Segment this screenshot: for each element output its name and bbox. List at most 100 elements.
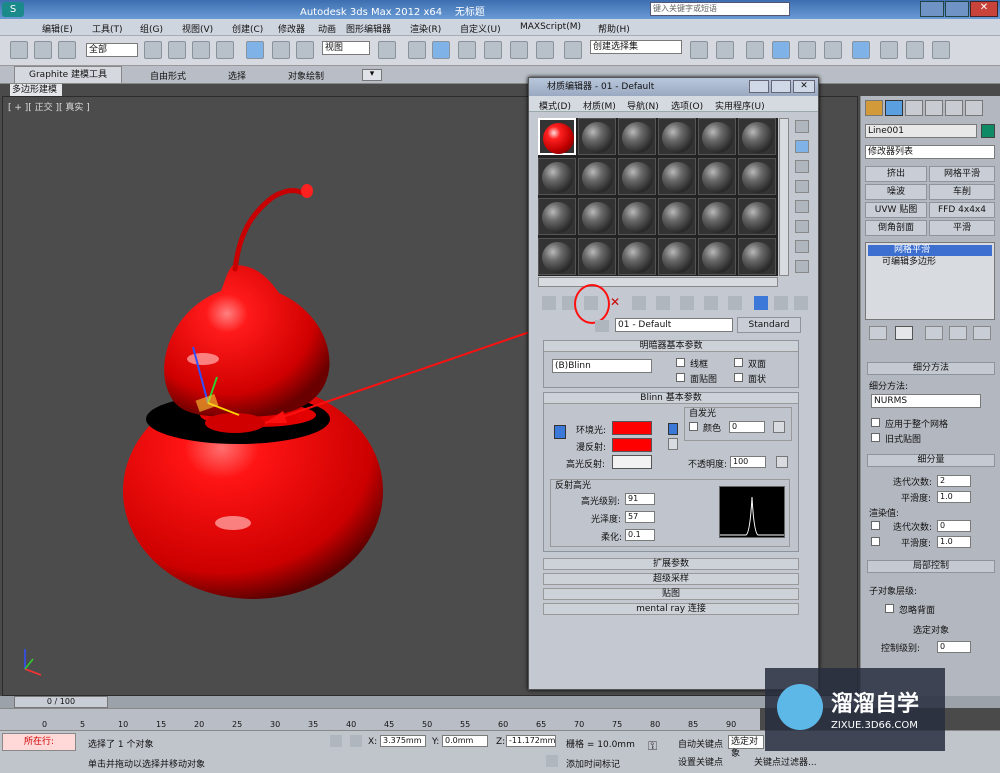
apply-whole-checkbox[interactable] bbox=[871, 418, 880, 427]
rect-select-icon[interactable] bbox=[192, 41, 210, 59]
material-slot[interactable] bbox=[578, 158, 616, 195]
material-slot[interactable] bbox=[738, 118, 776, 155]
opacity-map-button[interactable] bbox=[776, 456, 788, 468]
stack-item-editable-poly[interactable]: 可编辑多边形 bbox=[868, 257, 992, 268]
subtab-polygon-modeling[interactable]: 多边形建模 bbox=[10, 84, 62, 96]
subdiv-amount-rollout[interactable]: 细分量 bbox=[867, 454, 995, 467]
scale-icon[interactable] bbox=[296, 41, 314, 59]
auto-key-button[interactable]: 自动关键点 bbox=[678, 737, 723, 750]
menu-maxscript[interactable]: MAXScript(M) bbox=[520, 22, 581, 32]
go-sibling-icon[interactable] bbox=[794, 296, 808, 310]
pin-stack-icon[interactable] bbox=[869, 326, 887, 340]
modifier-list-dropdown[interactable]: 修改器列表 bbox=[865, 145, 995, 159]
opacity-spinner[interactable]: 100 bbox=[730, 456, 766, 468]
face-map-checkbox[interactable] bbox=[676, 373, 685, 382]
material-name-dropdown[interactable]: 01 - Default bbox=[615, 318, 733, 332]
align-icon[interactable] bbox=[716, 41, 734, 59]
spec-level-spinner[interactable]: 91 bbox=[625, 493, 655, 505]
material-slot[interactable] bbox=[618, 238, 656, 275]
background-icon[interactable] bbox=[795, 160, 809, 173]
make-preview-icon[interactable] bbox=[795, 220, 809, 233]
key-filters-button[interactable]: 关键点过滤器... bbox=[754, 755, 817, 768]
app-logo-icon[interactable]: S bbox=[2, 2, 24, 17]
snap-toggle-icon[interactable] bbox=[458, 41, 476, 59]
menu-modifiers[interactable]: 修改器 bbox=[278, 22, 305, 35]
ffd-button[interactable]: FFD 4x4x4 bbox=[929, 202, 995, 218]
material-slot[interactable] bbox=[538, 198, 576, 235]
layer-manager-icon[interactable] bbox=[746, 41, 764, 59]
menu-graph-editors[interactable]: 图形编辑器 bbox=[346, 22, 391, 35]
add-time-tag-label[interactable]: 添加时间标记 bbox=[566, 757, 620, 770]
material-slot[interactable] bbox=[658, 118, 696, 155]
unlink-icon[interactable] bbox=[34, 41, 52, 59]
show-map-icon[interactable] bbox=[728, 296, 742, 310]
selected-objects-dropdown[interactable]: 选定对象 bbox=[728, 735, 764, 759]
menu-group[interactable]: 组(G) bbox=[140, 22, 163, 35]
sample-type-icon[interactable] bbox=[795, 120, 809, 133]
select-by-material-icon[interactable] bbox=[795, 260, 809, 273]
material-slot[interactable] bbox=[738, 198, 776, 235]
object-name-field[interactable]: Line001 bbox=[865, 124, 977, 138]
make-unique-mat-icon[interactable] bbox=[656, 296, 670, 310]
absolute-mode-icon[interactable] bbox=[350, 735, 362, 747]
move-icon[interactable] bbox=[246, 41, 264, 59]
material-editor-close[interactable]: ✕ bbox=[793, 80, 815, 93]
display-tab-icon[interactable] bbox=[945, 100, 963, 116]
reset-map-icon[interactable]: ✕ bbox=[608, 296, 622, 310]
menu-help[interactable]: 帮助(H) bbox=[598, 22, 630, 35]
z-coord-field[interactable]: -11.172mm bbox=[506, 735, 556, 747]
tab-graphite[interactable]: Graphite 建模工具 bbox=[14, 66, 123, 84]
modify-tab-icon[interactable] bbox=[885, 100, 903, 116]
material-slot[interactable] bbox=[618, 198, 656, 235]
percent-snap-icon[interactable] bbox=[510, 41, 528, 59]
time-slider-handle[interactable]: 0 / 100 bbox=[14, 696, 108, 708]
schematic-view-icon[interactable] bbox=[824, 41, 842, 59]
bevel-profile-button[interactable]: 倒角剖面 bbox=[865, 220, 927, 236]
supersampling-rollout[interactable]: 超级采样 bbox=[543, 573, 799, 585]
material-slot[interactable] bbox=[578, 118, 616, 155]
get-material-icon[interactable] bbox=[542, 296, 556, 310]
maps-rollout[interactable]: 贴图 bbox=[543, 588, 799, 600]
menu-modes[interactable]: 模式(D) bbox=[539, 99, 571, 112]
soften-spinner[interactable]: 0.1 bbox=[625, 529, 655, 541]
utilities-tab-icon[interactable] bbox=[965, 100, 983, 116]
wire-checkbox[interactable] bbox=[676, 358, 685, 367]
render-iterations-checkbox[interactable] bbox=[871, 521, 880, 530]
menu-tools[interactable]: 工具(T) bbox=[92, 22, 123, 35]
material-editor-icon[interactable] bbox=[852, 41, 870, 59]
tab-freeform[interactable]: 自由形式 bbox=[150, 69, 186, 82]
menu-rendering[interactable]: 渲染(R) bbox=[410, 22, 441, 35]
keyboard-shortcut-icon[interactable] bbox=[432, 41, 450, 59]
mental-ray-rollout[interactable]: mental ray 连接 bbox=[543, 603, 799, 615]
extended-params-rollout[interactable]: 扩展参数 bbox=[543, 558, 799, 570]
curve-editor-icon[interactable] bbox=[798, 41, 816, 59]
put-to-library-icon[interactable] bbox=[680, 296, 694, 310]
material-slot[interactable] bbox=[578, 198, 616, 235]
menu-utilities[interactable]: 实用程序(U) bbox=[715, 99, 765, 112]
render-iterations-spinner[interactable]: 0 bbox=[937, 520, 971, 532]
copy-material-icon[interactable] bbox=[632, 296, 646, 310]
lock-ambient-diffuse-icon[interactable] bbox=[554, 425, 566, 439]
self-illum-map-button[interactable] bbox=[773, 421, 785, 433]
uv-tiling-icon[interactable] bbox=[795, 180, 809, 193]
show-end-icon[interactable] bbox=[754, 296, 768, 310]
material-slot[interactable] bbox=[538, 158, 576, 195]
pivot-center-icon[interactable] bbox=[378, 41, 396, 59]
shader-rollout-header[interactable]: 明暗器基本参数 bbox=[544, 341, 798, 352]
menu-customize[interactable]: 自定义(U) bbox=[460, 22, 501, 35]
rotate-icon[interactable] bbox=[272, 41, 290, 59]
bind-spacewarp-icon[interactable] bbox=[58, 41, 76, 59]
stack-item-meshsmooth[interactable]: 网格平滑 bbox=[868, 245, 992, 256]
material-slot[interactable] bbox=[698, 198, 736, 235]
object-color-swatch[interactable] bbox=[981, 124, 995, 138]
search-input[interactable]: 键入关键字或短语 bbox=[650, 2, 790, 16]
material-slot[interactable] bbox=[738, 158, 776, 195]
minimize-button[interactable] bbox=[920, 1, 944, 17]
smoothness-spinner[interactable]: 1.0 bbox=[937, 491, 971, 503]
old-map-checkbox[interactable] bbox=[871, 433, 880, 442]
add-time-tag-icon[interactable] bbox=[546, 755, 558, 767]
material-slot[interactable] bbox=[538, 118, 576, 155]
select-object-icon[interactable] bbox=[144, 41, 162, 59]
select-by-name-icon[interactable] bbox=[168, 41, 186, 59]
angle-snap-icon[interactable] bbox=[484, 41, 502, 59]
